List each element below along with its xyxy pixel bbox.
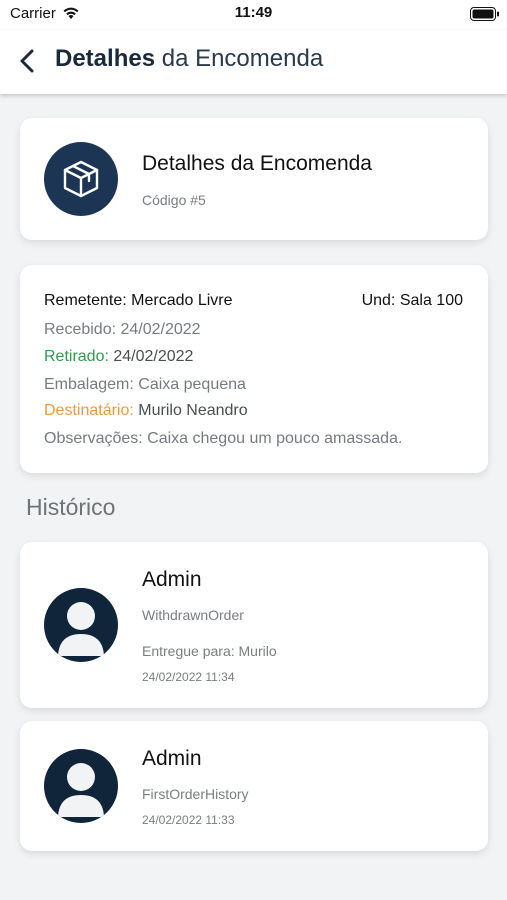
avatar <box>44 749 118 823</box>
history-type: WithdrawnOrder <box>142 607 244 623</box>
history-user: Admin <box>142 747 202 770</box>
avatar <box>44 588 118 662</box>
user-avatar-icon <box>58 763 104 817</box>
package-avatar <box>44 142 118 216</box>
navigation-bar: Detalhes da Encomenda <box>0 30 507 94</box>
packaging-label: Embalagem: <box>44 376 139 393</box>
withdrawn-value: 24/02/2022 <box>108 348 194 365</box>
recipient-row: Destinatário: Murilo Neandro <box>44 402 248 420</box>
sender-label: Remetente: <box>44 292 132 309</box>
sender-row: Remetente: Mercado Livre <box>44 292 233 310</box>
packaging-value: Caixa pequena <box>138 376 246 393</box>
unit-label: Und: <box>361 292 400 309</box>
status-bar: Carrier 11:49 <box>0 0 507 30</box>
history-date: 24/02/2022 11:33 <box>142 813 235 827</box>
received-label: Recebido: <box>44 321 121 338</box>
history-user: Admin <box>142 568 202 591</box>
user-avatar-icon <box>58 602 104 656</box>
back-chevron-icon[interactable] <box>18 48 38 74</box>
received-row: Recebido: 24/02/2022 <box>44 321 201 339</box>
history-section-title: Histórico <box>26 494 116 520</box>
sender-value: Mercado Livre <box>131 292 233 309</box>
history-note: Entregue para: Murilo <box>142 643 277 659</box>
order-details-card: Remetente: Mercado Livre Und: Sala 100 R… <box>20 265 488 473</box>
order-code: Código #5 <box>142 192 206 208</box>
history-entry-card: Admin FirstOrderHistory 24/02/2022 11:33 <box>20 721 488 851</box>
page-title: Detalhes da Encomenda <box>55 45 323 73</box>
recipient-value: Murilo Neandro <box>133 402 248 419</box>
package-box-icon <box>63 160 99 198</box>
order-header-card: Detalhes da Encomenda Código #5 <box>20 118 488 240</box>
page-title-rest: da Encomenda <box>155 45 324 72</box>
received-value: 24/02/2022 <box>120 321 201 338</box>
history-type: FirstOrderHistory <box>142 786 249 802</box>
status-time: 11:49 <box>234 4 273 21</box>
unit-value: Sala 100 <box>399 292 463 309</box>
notes-label: Observações: <box>44 430 148 447</box>
battery-icon <box>470 7 499 21</box>
packaging-row: Embalagem: Caixa pequena <box>44 376 246 394</box>
notes-row: Observações: Caixa chegou um pouco amass… <box>44 430 402 448</box>
withdrawn-row: Retirado: 24/02/2022 <box>44 348 193 366</box>
recipient-label: Destinatário: <box>44 402 134 419</box>
history-date: 24/02/2022 11:34 <box>142 670 235 684</box>
order-title: Detalhes da Encomenda <box>142 152 372 175</box>
notes-value: Caixa chegou um pouco amassada. <box>147 430 403 447</box>
withdrawn-label: Retirado: <box>44 348 109 365</box>
unit-row: Und: Sala 100 <box>362 292 463 310</box>
history-entry-card: Admin WithdrawnOrder Entregue para: Muri… <box>20 542 488 708</box>
page-title-bold: Detalhes <box>55 45 156 72</box>
